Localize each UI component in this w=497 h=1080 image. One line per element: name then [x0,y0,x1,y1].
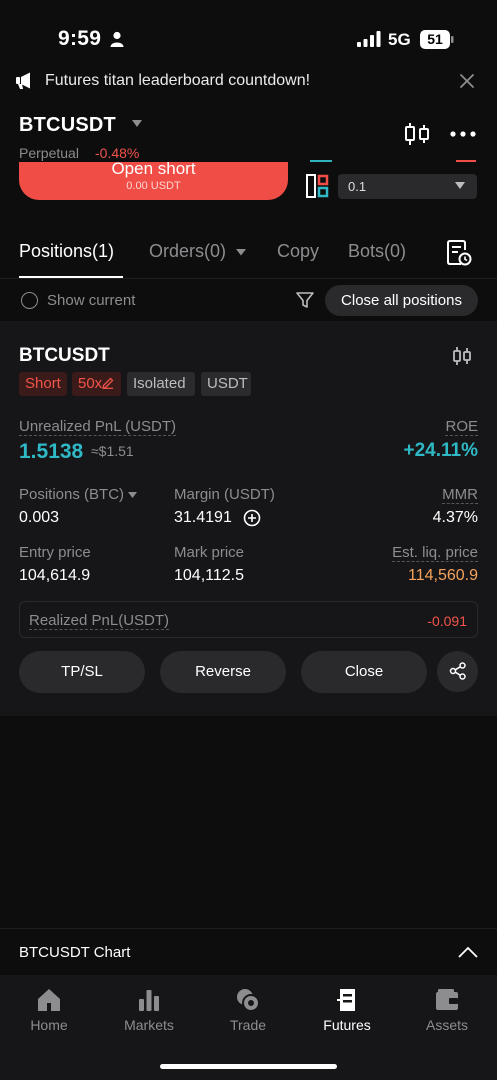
nav-trade[interactable]: Trade [208,987,288,1033]
edit-icon[interactable] [102,377,114,389]
more-icon[interactable] [450,131,476,137]
reverse-button[interactable]: Reverse [160,651,286,693]
unrealized-pnl-approx: ≈$1.51 [91,443,134,459]
roe-value: +24.11% [403,440,479,461]
liq-price-value: 114,560.9 [408,567,478,584]
megaphone-icon [16,72,30,89]
roe-label[interactable]: ROE [445,418,478,436]
mmr-value: 4.37% [432,509,478,526]
leverage-value: 50x [78,375,103,392]
nav-label: Trade [229,1017,267,1033]
trade-icon [237,989,260,1012]
candlestick-chart-icon[interactable] [404,122,430,146]
order-book-layout-icon[interactable] [306,174,330,198]
order-history-icon[interactable] [446,240,472,266]
caret-down-icon[interactable] [128,492,137,499]
share-icon [449,662,466,680]
quantity-precision-select[interactable]: 0.1 [338,174,477,199]
caret-down-icon[interactable] [236,249,246,256]
tab-orders[interactable]: Orders(0) [149,241,226,262]
sell-indicator-line [456,160,476,162]
filter-icon[interactable] [296,291,314,309]
positions-size-value: 0.003 [19,509,60,526]
settle-currency-badge: USDT [201,372,251,396]
mark-price-label: Mark price [174,544,245,561]
announcement-text[interactable]: Futures titan leaderboard countdown! [45,72,310,90]
contract-type-label: Perpetual [19,145,79,161]
nav-assets[interactable]: Assets [407,987,487,1033]
futures-icon [337,989,355,1011]
show-current-label[interactable]: Show current [47,292,135,309]
price-change: -0.48% [95,145,140,161]
nav-futures[interactable]: Futures [307,987,387,1033]
buy-indicator-line [310,160,332,162]
nav-label: Assets [425,1017,468,1033]
chart-divider [0,928,497,929]
show-current-radio[interactable] [21,292,38,309]
close-position-button[interactable]: Close [301,651,427,693]
network-label: 5G [388,30,411,49]
entry-price-value: 104,614.9 [19,567,91,584]
chevron-up-icon[interactable] [458,946,478,958]
signal-icon [357,31,381,47]
entry-price-label: Entry price [19,544,91,561]
unrealized-pnl-label[interactable]: Unrealized PnL (USDT) [19,418,176,436]
tab-bots[interactable]: Bots(0) [348,241,406,262]
open-short-amount: 0.00 USDT [126,180,181,192]
home-icon [38,989,60,1011]
tab-copy[interactable]: Copy [277,241,319,262]
caret-down-icon[interactable] [131,119,143,129]
close-all-positions-button[interactable]: Close all positions [325,285,478,316]
margin-label: Margin (USDT) [174,486,275,503]
mark-price-value: 104,112.5 [174,567,244,584]
tpsl-button[interactable]: TP/SL [19,651,145,693]
nav-label: Futures [323,1017,371,1033]
unrealized-pnl-value: 1.5138 [19,440,84,463]
person-icon [110,31,124,47]
position-symbol[interactable]: BTCUSDT [19,345,110,367]
tab-positions[interactable]: Positions(1) [19,241,114,262]
close-icon[interactable] [458,72,476,90]
margin-value: 31.4191 [174,509,232,526]
nav-markets[interactable]: Markets [109,987,189,1033]
open-short-label: Open short [111,162,196,178]
mmr-label[interactable]: MMR [442,486,478,504]
leverage-badge[interactable]: 50x [72,372,121,396]
realized-pnl-label: Realized PnL(USDT) [29,612,170,630]
home-indicator [160,1064,337,1069]
share-button[interactable] [437,651,478,692]
side-badge: Short [19,372,67,396]
markets-icon [139,990,159,1011]
caret-down-icon [455,182,465,189]
tabs-divider [0,278,497,279]
nav-home[interactable]: Home [9,987,89,1033]
status-time: 9:59 [58,27,102,50]
add-margin-icon[interactable] [243,509,261,527]
candlestick-chart-icon[interactable] [452,346,472,366]
battery-level: 51 [427,31,443,47]
nav-label: Markets [124,1017,174,1033]
realized-pnl-value: -0.091 [427,613,467,629]
liq-price-label[interactable]: Est. liq. price [392,544,478,562]
chart-section-label[interactable]: BTCUSDT Chart [19,944,130,961]
realized-pnl-row[interactable]: Realized PnL(USDT) -0.091 [19,601,478,638]
positions-size-label[interactable]: Positions (BTC) [19,486,124,503]
margin-mode-badge: Isolated [127,372,195,396]
open-short-button[interactable]: Open short 0.00 USDT [19,162,288,200]
battery-indicator: 51 [420,30,454,49]
assets-icon [436,989,458,1010]
symbol-title[interactable]: BTCUSDT [19,114,116,137]
nav-label: Home [30,1017,68,1033]
quantity-precision-value: 0.1 [348,179,367,194]
